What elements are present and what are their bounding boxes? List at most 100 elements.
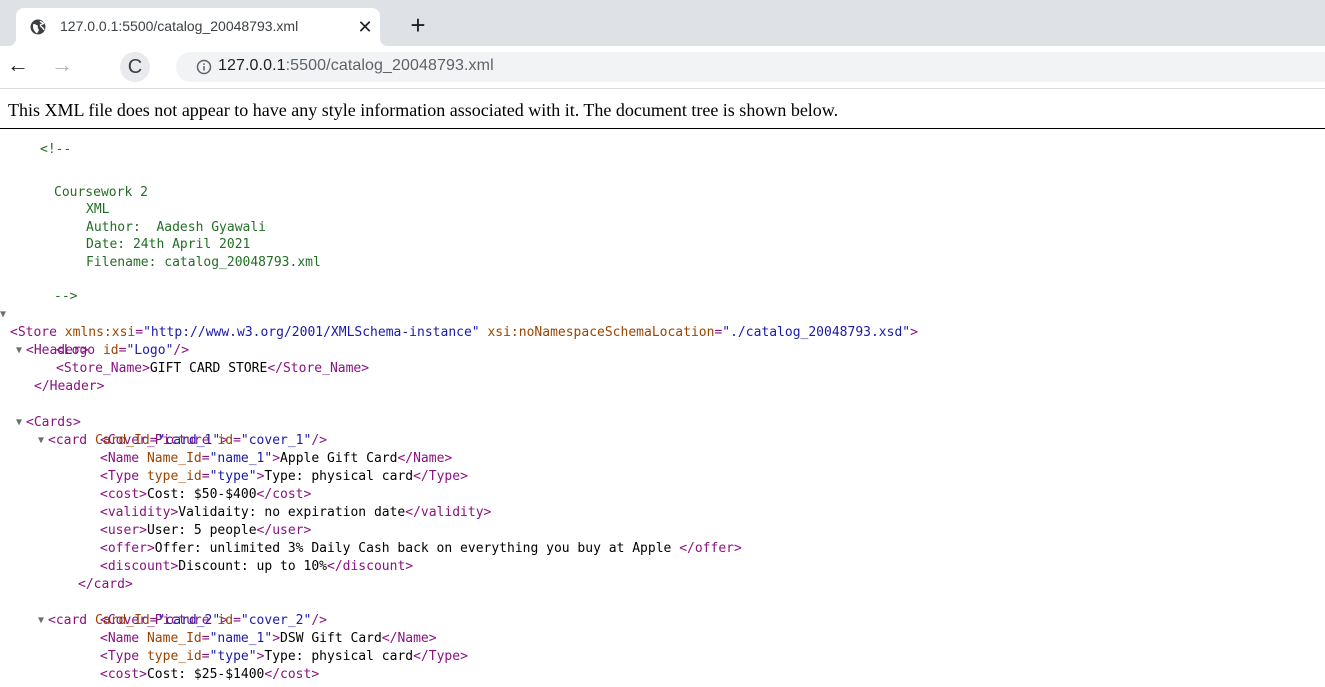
discount-element: <discount>Discount: up to 10%</discount>	[100, 558, 413, 576]
info-icon[interactable]	[196, 59, 212, 75]
store-name-element: <Store_Name>GIFT CARD STORE</Store_Name>	[56, 360, 369, 378]
tag-bracket: >	[910, 325, 918, 340]
comment-line: Coursework 2	[54, 185, 148, 200]
text-node: Discount: up to 10%	[178, 559, 327, 574]
tag-name: </user>	[256, 523, 312, 538]
back-button[interactable]: ←	[4, 52, 32, 80]
text-node: Cost: $25-$1400	[146, 667, 265, 682]
comment-line: Author: Aadesh Gyawali	[86, 220, 267, 235]
attr-value: "cover_2"	[240, 613, 312, 628]
cover-picture-element: <Cover_Picture id="cover_2"/>	[100, 613, 327, 628]
browser-toolbar: ← → C 127.0.0.1:5500/catalog_20048793.xm…	[0, 46, 1325, 89]
attr-name: type_id	[146, 649, 202, 664]
text-node: User: 5 people	[146, 523, 257, 538]
tab-close-button[interactable]: ✕	[356, 18, 374, 36]
tag-name: </cost>	[264, 667, 320, 682]
forward-button[interactable]: →	[48, 52, 76, 80]
attr-value: "name_1"	[209, 451, 273, 466]
attr-name: id	[102, 343, 119, 358]
comment-line: Filename: catalog_20048793.xml	[86, 255, 321, 270]
tag-name: <Store_Name>	[56, 361, 150, 376]
globe-icon	[30, 19, 46, 35]
user-element: <user>User: 5 people</user>	[100, 522, 311, 540]
header-element: ▼ <Header>	[0, 324, 89, 358]
text-node: Type: physical card	[264, 649, 414, 664]
attr-name: xmlns:xsi	[64, 325, 136, 340]
validity-element: <validity>Validaity: no expiration date<…	[100, 504, 491, 522]
card-close-tag: </card>	[78, 577, 133, 592]
attr-value: "Logo"	[126, 343, 174, 358]
tag-name: <Cover_Picture	[100, 613, 210, 628]
browser-tab[interactable]: 127.0.0.1:5500/catalog_20048793.xml ✕	[8, 8, 388, 46]
tag-name: <Logo	[56, 343, 96, 358]
header-close-tag: </Header>	[34, 379, 105, 394]
tag-name: </Type>	[413, 469, 468, 484]
comment-close: -->	[54, 289, 78, 304]
tag-name: <offer>	[100, 541, 155, 556]
attr-name: Name_Id	[146, 631, 202, 646]
url-host: 127.0.0.1	[218, 57, 286, 74]
url-text[interactable]: 127.0.0.1:5500/catalog_20048793.xml	[218, 57, 494, 75]
attr-name: Name_Id	[146, 451, 202, 466]
tag-name: <Name	[100, 631, 140, 646]
text-node: Validaity: no expiration date	[178, 505, 406, 520]
attr-name: id	[217, 433, 234, 448]
text-node: DSW Gift Card	[280, 631, 382, 646]
logo-element: <Logo id="Logo"/>	[56, 343, 190, 358]
tag-name: <cost>	[100, 667, 147, 682]
text-node: Type: physical card	[264, 469, 414, 484]
comment-line: Date: 24th April 2021	[86, 237, 251, 252]
xml-document-tree: <!-- Coursework 2 XML Author: Aadesh Gya…	[0, 138, 1325, 687]
tag-bracket: />	[173, 343, 190, 358]
tab-title: 127.0.0.1:5500/catalog_20048793.xml	[60, 18, 299, 34]
card-element: ▼ <card Card_Id="card_1">	[38, 433, 229, 448]
tag-name: </Name>	[397, 451, 453, 466]
tag-name: <discount>	[100, 559, 179, 574]
collapse-toggle-icon[interactable]: ▼	[38, 432, 44, 450]
tag-name: <user>	[100, 523, 147, 538]
cost-element: <cost>Cost: $25-$1400</cost>	[100, 666, 319, 684]
tag-name: <cost>	[100, 487, 147, 502]
cover-picture-element: <Cover_Picture id="cover_1"/>	[100, 433, 327, 448]
tag-name: </Name>	[381, 631, 437, 646]
url-path: :5500/catalog_20048793.xml	[285, 57, 494, 74]
attr-name: xsi:noNamespaceSchemaLocation	[487, 325, 715, 340]
tag-name: </discount>	[327, 559, 414, 574]
name-element: <Name Name_Id="name_1">DSW Gift Card</Na…	[100, 631, 437, 646]
tab-strip: 127.0.0.1:5500/catalog_20048793.xml ✕ +	[0, 0, 1325, 46]
tag-name: </Store_Name>	[267, 361, 370, 376]
collapse-toggle-icon[interactable]: ▼	[38, 612, 44, 630]
notice-divider	[0, 128, 1325, 129]
attr-name: type_id	[146, 469, 202, 484]
tag-name: </cost>	[256, 487, 312, 502]
tag-name: <Cover_Picture	[100, 433, 210, 448]
attr-value: "name_1"	[209, 631, 273, 646]
tag-name: </validity>	[405, 505, 492, 520]
tag-name: <validity>	[100, 505, 179, 520]
tag-name: <Name	[100, 451, 140, 466]
name-element: <Name Name_Id="name_1">Apple Gift Card</…	[100, 451, 453, 466]
text-node: GIFT CARD STORE	[149, 361, 268, 376]
address-bar[interactable]: 127.0.0.1:5500/catalog_20048793.xml	[176, 52, 1325, 82]
collapse-toggle-icon[interactable]: ▼	[0, 306, 6, 324]
notice-text: This XML file does not appear to have an…	[8, 100, 839, 120]
store-element: ▼ <Store xmlns:xsi="http://www.w3.org/200…	[0, 306, 918, 340]
reload-button[interactable]: C	[120, 52, 150, 82]
type-element: <Type type_id="type">Type: physical card…	[100, 649, 468, 664]
new-tab-button[interactable]: +	[404, 12, 432, 40]
attr-value: "cover_1"	[240, 433, 312, 448]
tag-name: <card	[48, 613, 88, 628]
attr-value: "http://www.w3.org/2001/XMLSchema-instan…	[143, 325, 480, 340]
tag-name: <card	[48, 433, 88, 448]
card-element: ▼ <card Card_Id="card_2">	[38, 613, 229, 628]
attr-value: "type"	[209, 469, 257, 484]
text-node: Apple Gift Card	[280, 451, 398, 466]
collapse-toggle-icon[interactable]: ▼	[16, 342, 22, 360]
cards-element: ▼ <Cards>	[0, 396, 81, 430]
offer-element: <offer>Offer: unlimited 3% Daily Cash ba…	[100, 540, 742, 558]
text-node: Cost: $50-$400	[146, 487, 257, 502]
comment-open: <!--	[40, 142, 72, 157]
attr-value: "type"	[209, 649, 257, 664]
cost-element: <cost>Cost: $50-$400</cost>	[100, 486, 311, 504]
tag-name: <Type	[100, 649, 140, 664]
